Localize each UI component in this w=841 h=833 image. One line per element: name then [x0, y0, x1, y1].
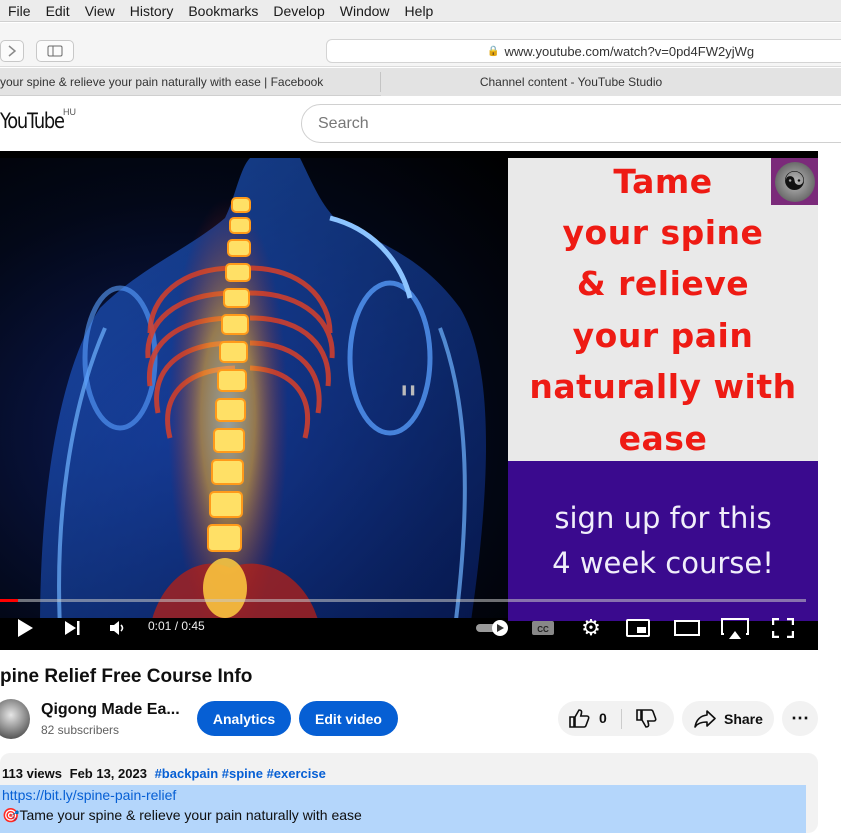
- player-controls: 0:01 / 0:45 CC ⚙: [0, 608, 818, 648]
- dislike-button[interactable]: [635, 709, 657, 732]
- channel-name[interactable]: Qigong Made Ea...: [41, 701, 180, 719]
- next-button[interactable]: [60, 616, 84, 640]
- menu-bookmarks[interactable]: Bookmarks: [180, 3, 265, 19]
- fullscreen-icon: [772, 618, 794, 638]
- view-count: 113 views: [2, 766, 62, 781]
- chevron-right-icon: [8, 45, 16, 57]
- upload-date: Feb 13, 2023: [69, 766, 147, 781]
- tab-title: Channel content - YouTube Studio: [479, 75, 663, 89]
- description-link[interactable]: https://bit.ly/spine-pain-relief: [2, 787, 176, 803]
- next-icon: [65, 621, 80, 635]
- thumbs-up-icon: [569, 709, 590, 728]
- theater-icon: [674, 620, 700, 636]
- airplay-icon: [721, 618, 749, 639]
- time-display: 0:01 / 0:45: [148, 619, 205, 633]
- pause-overlay-icon: ❚❚: [400, 385, 417, 396]
- browser-toolbar: 🔒 www.youtube.com/watch?v=0pd4FW2yjWg: [0, 23, 841, 67]
- thumbnail-line: sign up for this: [554, 501, 772, 535]
- play-icon: [18, 619, 33, 637]
- thumbs-down-icon: [636, 709, 657, 728]
- search-input[interactable]: Search: [301, 104, 841, 143]
- play-button[interactable]: [12, 616, 38, 640]
- menu-window[interactable]: Window: [332, 3, 397, 19]
- settings-button[interactable]: ⚙: [578, 615, 604, 640]
- description-meta: 113 views Feb 13, 2023 #backpain #spine …: [2, 766, 326, 781]
- tab-youtube-studio[interactable]: Channel content - YouTube Studio: [381, 68, 841, 96]
- thumbnail-grey-panel: Tame your spine & relieve your pain natu…: [508, 158, 818, 461]
- description-box[interactable]: 113 views Feb 13, 2023 #backpain #spine …: [0, 753, 818, 833]
- share-icon: [694, 709, 716, 728]
- address-bar[interactable]: 🔒 www.youtube.com/watch?v=0pd4FW2yjWg: [326, 39, 841, 63]
- thumbnail-line: 4 week course!: [552, 546, 774, 580]
- progress-bar-played: [0, 599, 18, 602]
- miniplayer-icon: [626, 619, 650, 637]
- menu-bar: File Edit View History Bookmarks Develop…: [0, 0, 841, 22]
- more-icon: ⋯: [791, 708, 809, 728]
- channel-avatar[interactable]: [0, 699, 30, 739]
- volume-icon: [110, 621, 124, 635]
- share-label: Share: [724, 710, 763, 727]
- volume-button[interactable]: [106, 616, 130, 640]
- thumbnail-line: naturally with: [529, 367, 797, 406]
- spine-illustration: [0, 158, 508, 618]
- menu-history[interactable]: History: [122, 3, 181, 19]
- like-count: 0: [599, 710, 607, 726]
- subscriber-count: 82 subscribers: [41, 723, 120, 737]
- sidebar-toggle-button[interactable]: [36, 40, 74, 62]
- captions-button[interactable]: CC: [530, 616, 556, 640]
- autoplay-toggle[interactable]: [474, 616, 512, 640]
- youtube-logo[interactable]: YouTube: [0, 109, 65, 133]
- youtube-header: YouTube HU Search: [0, 97, 841, 151]
- fullscreen-button[interactable]: [770, 616, 796, 640]
- channel-row: Qigong Made Ea... 82 subscribers Analyti…: [0, 697, 841, 743]
- like-dislike-group: 0: [558, 701, 674, 736]
- thumbnail-line: & relieve: [576, 264, 750, 303]
- hashtags[interactable]: #backpain #spine #exercise: [155, 766, 326, 781]
- skeleton-image: [40, 158, 486, 618]
- menu-help[interactable]: Help: [397, 3, 441, 19]
- target-emoji-icon: 🎯: [2, 807, 20, 823]
- airplay-button[interactable]: [720, 616, 750, 642]
- thumbnail-line: your spine: [562, 213, 764, 252]
- thumbnail-text-panel: Tame your spine & relieve your pain natu…: [508, 158, 818, 621]
- address-text: www.youtube.com/watch?v=0pd4FW2yjWg: [504, 43, 755, 59]
- lock-icon: 🔒: [487, 45, 500, 57]
- analytics-button[interactable]: Analytics: [197, 701, 291, 736]
- settings-icon: ⚙: [581, 615, 601, 640]
- yin-yang-icon: ☯: [774, 161, 815, 202]
- menu-develop[interactable]: Develop: [265, 3, 331, 19]
- progress-bar[interactable]: [0, 599, 806, 602]
- country-code: HU: [63, 107, 76, 117]
- thumbnail-line: your pain: [572, 316, 754, 355]
- thumbnail-line: ease: [618, 419, 708, 458]
- share-button[interactable]: Share: [682, 701, 774, 736]
- description-text: Tame your spine & relieve your pain natu…: [19, 807, 362, 823]
- like-button[interactable]: 0: [568, 708, 607, 728]
- edit-video-button[interactable]: Edit video: [299, 701, 398, 736]
- autoplay-toggle-icon: [476, 620, 508, 636]
- menu-edit[interactable]: Edit: [38, 3, 77, 19]
- more-actions-button[interactable]: ⋯: [782, 701, 818, 736]
- miniplayer-button[interactable]: [625, 616, 651, 640]
- video-player[interactable]: Tame your spine & relieve your pain natu…: [0, 151, 818, 650]
- thumbnail-purple-panel: sign up for this 4 week course!: [508, 461, 818, 621]
- description-first-line: 🎯Tame your spine & relieve your pain nat…: [2, 807, 362, 824]
- like-divider: [621, 709, 622, 729]
- tab-facebook[interactable]: your spine & relieve your pain naturally…: [0, 68, 380, 96]
- forward-button[interactable]: [0, 40, 24, 62]
- svg-text:CC: CC: [537, 625, 549, 634]
- menu-view[interactable]: View: [77, 3, 122, 19]
- tab-bar: your spine & relieve your pain naturally…: [0, 68, 841, 96]
- tab-title: your spine & relieve your pain naturally…: [0, 75, 324, 89]
- theater-mode-button[interactable]: [673, 616, 701, 640]
- menu-file[interactable]: File: [0, 3, 38, 19]
- captions-icon: CC: [532, 621, 554, 635]
- sidebar-icon: [47, 45, 63, 57]
- video-title: pine Relief Free Course Info: [0, 666, 253, 687]
- yin-yang-logo: ☯: [771, 158, 818, 205]
